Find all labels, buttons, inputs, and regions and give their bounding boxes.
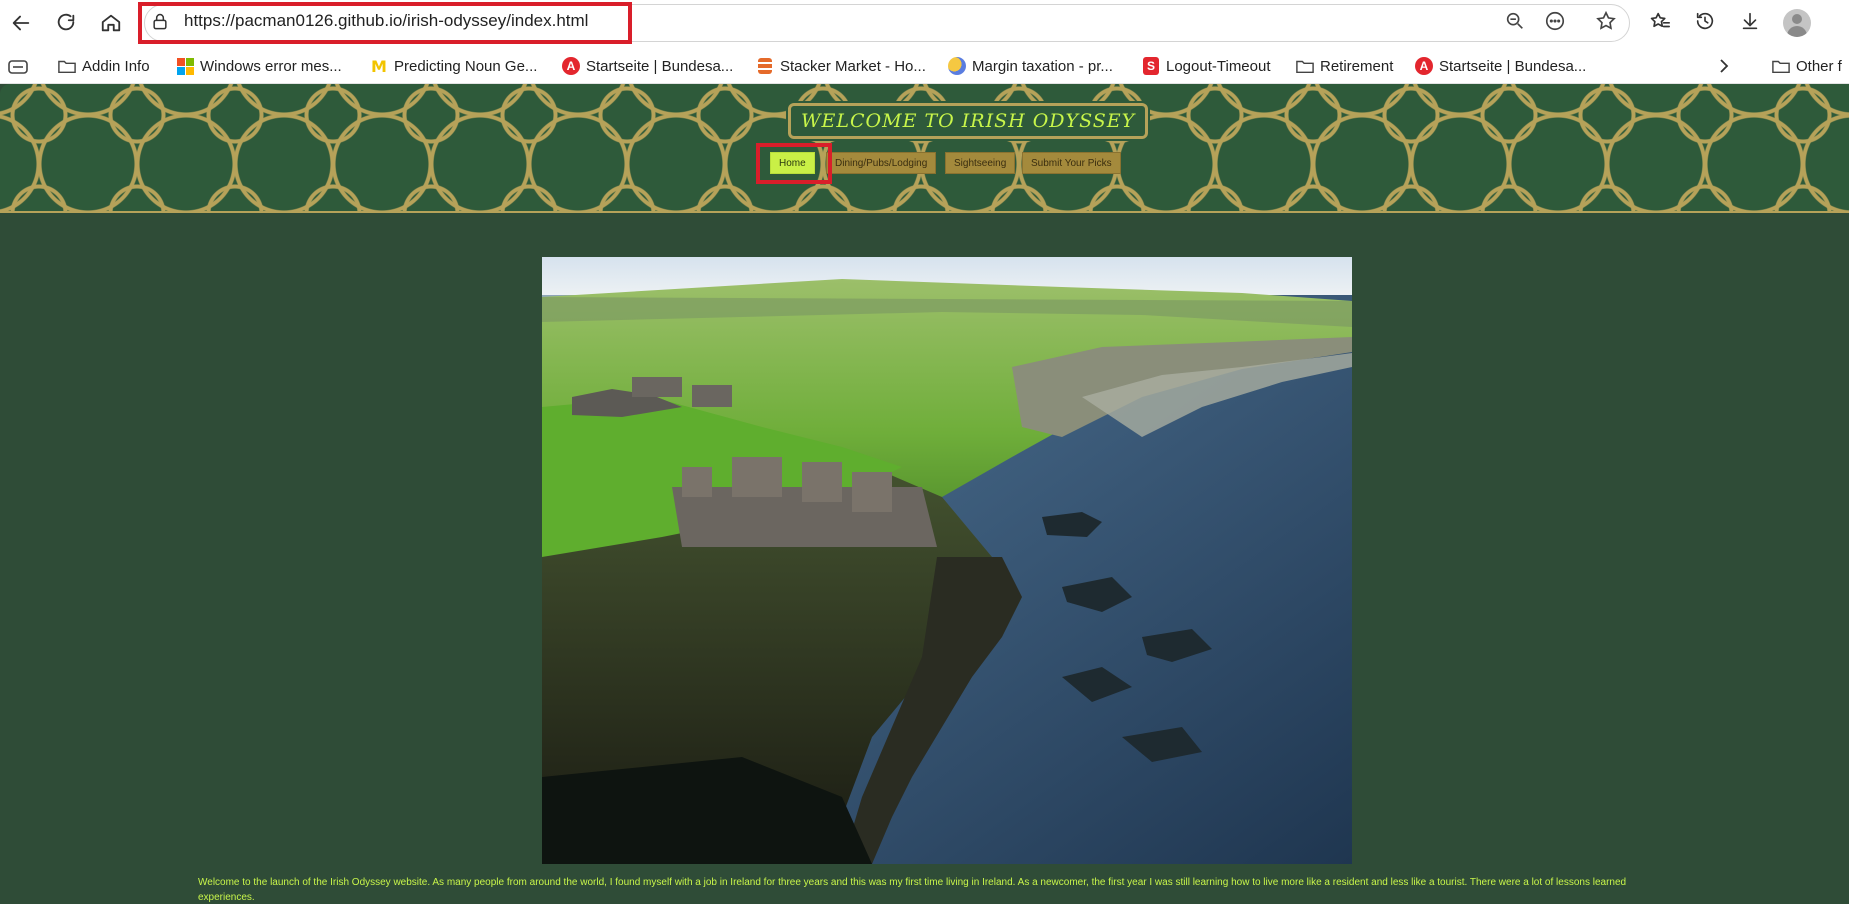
arbeitsagentur-icon: A (1415, 57, 1433, 75)
arbeitsagentur-icon: A (562, 57, 580, 75)
home-highlight-box (756, 143, 832, 184)
coin-icon (948, 57, 966, 75)
bookmark-predicting-noun[interactable]: M Predicting Noun Ge... (370, 55, 537, 77)
hero-image-dunluce-castle (542, 257, 1352, 864)
home-button[interactable] (96, 8, 126, 38)
michigan-m-icon: M (371, 56, 387, 76)
bookmark-label: Startseite | Bundesa... (1439, 57, 1587, 75)
bookmarks-bar: Addin Info Windows error mes... M Predic… (0, 46, 1849, 84)
bookmark-label: Addin Info (82, 57, 150, 75)
bookmarks-overflow-button[interactable] (1718, 55, 1730, 77)
home-icon (101, 14, 121, 32)
bookmark-stacker-market[interactable]: Stacker Market - Ho... (756, 55, 926, 77)
profile-avatar[interactable] (1783, 9, 1811, 37)
favorite-star-icon[interactable] (1595, 10, 1621, 36)
bookmark-startseite-2[interactable]: A Startseite | Bundesa... (1415, 55, 1586, 77)
bookmark-label: Other f (1796, 57, 1842, 75)
bookmark-label: Margin taxation - pr... (972, 57, 1113, 75)
bookmark-label: Startseite | Bundesa... (586, 57, 734, 75)
bookmark-startseite-1[interactable]: A Startseite | Bundesa... (562, 55, 733, 77)
bookmark-margin-taxation[interactable]: Margin taxation - pr... (948, 55, 1113, 77)
sidebar-toggle-icon[interactable] (8, 56, 28, 78)
bookmark-label: Windows error mes... (200, 57, 342, 75)
folder-icon (1772, 57, 1790, 75)
chevron-right-icon (1720, 59, 1729, 73)
bookmark-logout-timeout[interactable]: S Logout-Timeout (1142, 55, 1271, 77)
refresh-icon (57, 13, 75, 31)
site-title: WELCOME TO IRISH ODYSSEY (788, 103, 1149, 139)
sparkasse-icon: S (1142, 57, 1160, 75)
bookmark-label: Predicting Noun Ge... (394, 57, 538, 75)
bookmark-windows-error[interactable]: Windows error mes... (176, 55, 342, 77)
downloads-icon[interactable] (1739, 10, 1765, 36)
url-highlight-box (138, 2, 632, 44)
bookmark-label: Stacker Market - Ho... (780, 57, 926, 75)
history-icon[interactable] (1694, 10, 1720, 36)
refresh-button[interactable] (51, 8, 81, 38)
microsoft-icon (176, 57, 194, 75)
stacker-icon (756, 57, 774, 75)
zoom-out-icon[interactable] (1504, 10, 1530, 36)
folder-icon (58, 57, 76, 75)
more-tools-icon[interactable] (1544, 10, 1570, 36)
folder-icon (1296, 57, 1314, 75)
favorites-icon[interactable] (1649, 10, 1675, 36)
nav-submit-your-picks[interactable]: Submit Your Picks (1022, 152, 1121, 174)
bookmark-other-favorites[interactable]: Other f (1772, 55, 1842, 77)
intro-paragraph: Welcome to the launch of the Irish Odyss… (198, 877, 1627, 903)
bookmark-label: Logout-Timeout (1166, 57, 1271, 75)
bookmark-addin-info[interactable]: Addin Info (58, 55, 150, 77)
bookmark-retirement[interactable]: Retirement (1296, 55, 1393, 77)
back-button[interactable] (6, 8, 36, 38)
browser-toolbar: https://pacman0126.github.io/irish-odyss… (0, 0, 1849, 46)
banner-divider (0, 211, 1849, 213)
bookmark-label: Retirement (1320, 57, 1394, 75)
back-arrow-icon (12, 15, 30, 31)
nav-sightseeing[interactable]: Sightseeing (945, 152, 1016, 174)
nav-dining-pubs-lodging[interactable]: Dining/Pubs/Lodging (826, 152, 937, 174)
